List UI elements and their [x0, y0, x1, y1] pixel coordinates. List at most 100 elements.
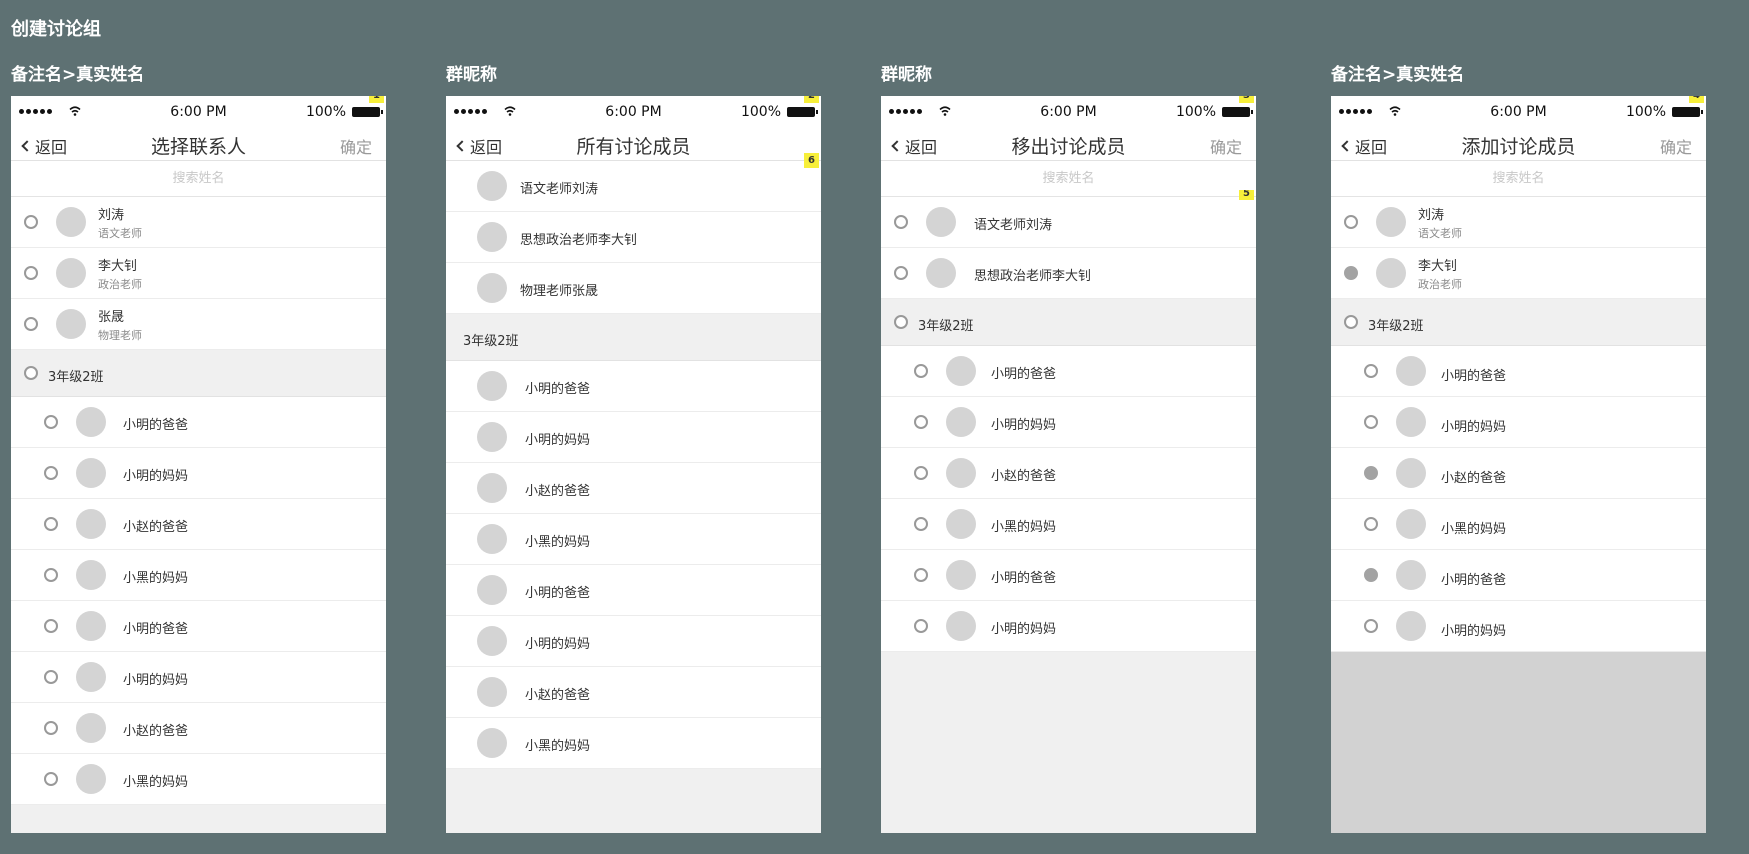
annotation-tag: 3 [1239, 96, 1254, 103]
teacher-row[interactable]: 语文老师刘涛 [446, 161, 821, 212]
avatar [1396, 356, 1426, 386]
member-name: 小明的爸爸 [1441, 573, 1507, 588]
contact-name: 张晟 [98, 310, 125, 325]
teacher-name: 语文老师刘涛 [974, 218, 1053, 233]
radio-button-checked[interactable] [1344, 266, 1358, 280]
radio-button[interactable] [44, 568, 58, 582]
member-row[interactable]: 小赵的爸爸 [11, 499, 386, 550]
radio-button[interactable] [44, 670, 58, 684]
radio-button[interactable] [1364, 619, 1378, 633]
member-name: 小明的爸爸 [991, 571, 1057, 586]
member-row[interactable]: 小赵的爸爸 [881, 448, 1256, 499]
confirm-button[interactable]: 确定 [340, 134, 372, 158]
radio-button[interactable] [1364, 517, 1378, 531]
battery-icon [1222, 107, 1253, 117]
member-row[interactable]: 小明的爸爸 [446, 565, 821, 616]
annotation-tag: 4 [1689, 96, 1704, 103]
radio-button[interactable] [914, 364, 928, 378]
contact-row[interactable]: 刘涛 语文老师 [11, 197, 386, 248]
teacher-row[interactable]: 思想政治老师李大钊 [881, 248, 1256, 299]
confirm-button[interactable]: 确定 [1660, 134, 1692, 158]
member-row[interactable]: 小明的妈妈 [1331, 397, 1706, 448]
nav-title: 所有讨论成员 [576, 136, 691, 158]
radio-button[interactable] [894, 315, 908, 329]
member-row[interactable]: 小明的爸爸 [1331, 550, 1706, 601]
search-input[interactable]: 搜索姓名 [881, 161, 1256, 197]
member-row[interactable]: 小赵的爸爸 [11, 703, 386, 754]
radio-button[interactable] [914, 466, 928, 480]
group-row[interactable]: 3年级2班 [11, 350, 386, 397]
contact-row[interactable]: 刘涛 语文老师 [1331, 197, 1706, 248]
radio-button[interactable] [1344, 215, 1358, 229]
member-row[interactable]: 小赵的爸爸 [446, 463, 821, 514]
radio-button[interactable] [44, 619, 58, 633]
radio-button-checked[interactable] [1364, 466, 1378, 480]
radio-button[interactable] [914, 568, 928, 582]
member-row[interactable]: 小明的妈妈 [881, 397, 1256, 448]
radio-button[interactable] [894, 266, 908, 280]
radio-button[interactable] [44, 772, 58, 786]
member-row[interactable]: 小明的爸爸 [11, 601, 386, 652]
radio-button[interactable] [1364, 364, 1378, 378]
member-row[interactable]: 小黑的妈妈 [446, 718, 821, 769]
battery-icon [352, 107, 383, 117]
radio-button[interactable] [44, 721, 58, 735]
teacher-row[interactable]: 物理老师张晟 [446, 263, 821, 314]
contact-row[interactable]: 张晟 物理老师 [11, 299, 386, 350]
teacher-row[interactable]: 语文老师刘涛 [881, 197, 1256, 248]
member-row[interactable]: 小黑的妈妈 [446, 514, 821, 565]
search-input[interactable]: 搜索姓名 [11, 161, 386, 197]
radio-button[interactable] [914, 517, 928, 531]
member-row[interactable]: 小明的爸爸 [1331, 346, 1706, 397]
radio-button[interactable] [24, 266, 38, 280]
search-input[interactable]: 搜索姓名 [1331, 161, 1706, 197]
member-row[interactable]: 小赵的爸爸 [446, 667, 821, 718]
member-row[interactable]: 小明的妈妈 [446, 412, 821, 463]
member-row[interactable]: 小黑的妈妈 [881, 499, 1256, 550]
member-name: 小明的爸爸 [991, 367, 1057, 382]
annotation-tag: 2 [804, 96, 819, 103]
group-name: 3年级2班 [48, 370, 104, 385]
member-row[interactable]: 小黑的妈妈 [1331, 499, 1706, 550]
member-row[interactable]: 小黑的妈妈 [11, 550, 386, 601]
radio-button-checked[interactable] [1364, 568, 1378, 582]
member-row[interactable]: 小明的爸爸 [881, 346, 1256, 397]
radio-button[interactable] [914, 619, 928, 633]
avatar [1396, 509, 1426, 539]
member-row[interactable]: 小明的妈妈 [881, 601, 1256, 652]
group-row[interactable]: 3年级2班 [1331, 299, 1706, 346]
member-name: 小赵的爸爸 [525, 484, 591, 499]
member-row[interactable]: 小明的爸爸 [881, 550, 1256, 601]
radio-button[interactable] [44, 415, 58, 429]
contact-row[interactable]: 李大钊 政治老师 [11, 248, 386, 299]
radio-button[interactable] [24, 215, 38, 229]
member-name: 小黑的妈妈 [991, 520, 1057, 535]
member-row[interactable]: 小明的妈妈 [1331, 601, 1706, 652]
contact-row[interactable]: 李大钊 政治老师 [1331, 248, 1706, 299]
avatar [926, 258, 956, 288]
radio-button[interactable] [24, 317, 38, 331]
radio-button[interactable] [914, 415, 928, 429]
battery-icon [1672, 107, 1703, 117]
radio-button[interactable] [44, 466, 58, 480]
radio-button[interactable] [1364, 415, 1378, 429]
member-row[interactable]: 小明的妈妈 [11, 448, 386, 499]
battery-percent: 100% [305, 104, 346, 120]
member-name: 小明的妈妈 [525, 637, 591, 652]
contact-name: 刘涛 [1418, 208, 1445, 223]
group-row[interactable]: 3年级2班 [881, 299, 1256, 346]
teacher-row[interactable]: 思想政治老师李大钊 [446, 212, 821, 263]
radio-button[interactable] [894, 215, 908, 229]
member-row[interactable]: 小黑的妈妈 [11, 754, 386, 805]
member-row[interactable]: 小明的妈妈 [11, 652, 386, 703]
radio-button[interactable] [24, 366, 38, 380]
member-row[interactable]: 小明的爸爸 [11, 397, 386, 448]
member-row[interactable]: 小赵的爸爸 [1331, 448, 1706, 499]
member-row[interactable]: 小明的妈妈 [446, 616, 821, 667]
radio-button[interactable] [1344, 315, 1358, 329]
member-name: 小明的爸爸 [525, 382, 591, 397]
column-label-3: 群昵称 [881, 65, 932, 85]
confirm-button[interactable]: 确定 [1210, 134, 1242, 158]
member-row[interactable]: 小明的爸爸 [446, 361, 821, 412]
radio-button[interactable] [44, 517, 58, 531]
